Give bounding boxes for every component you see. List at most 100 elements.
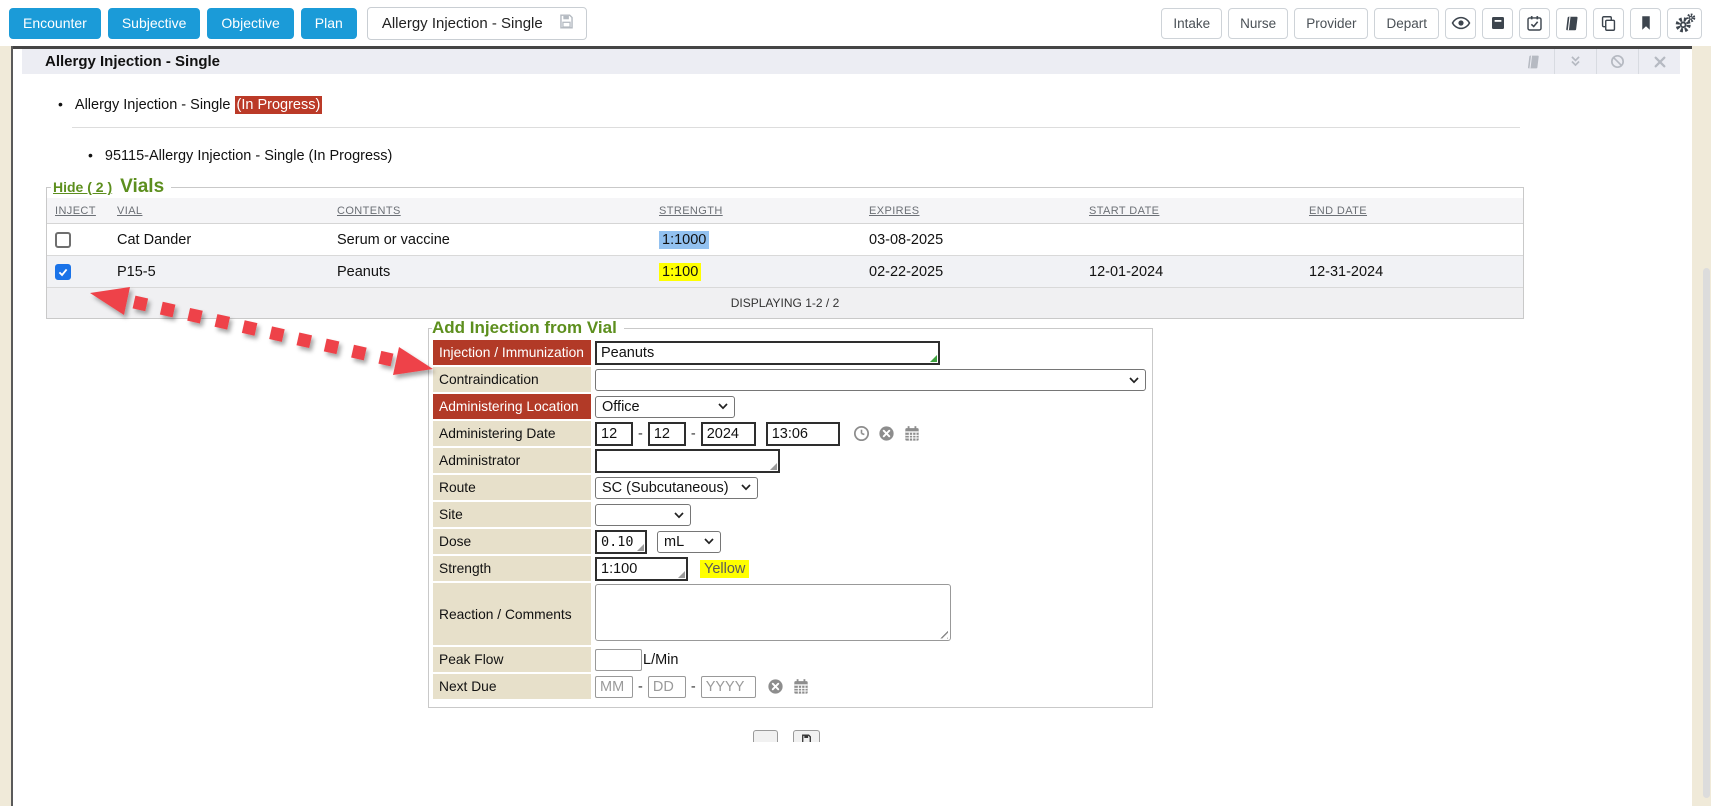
progress-item: •Allergy Injection - Single (In Progress… (58, 96, 322, 113)
collapse-icon[interactable] (1554, 49, 1596, 74)
cell-contents: Serum or vaccine (329, 224, 651, 256)
admin-date-year-input[interactable] (701, 422, 756, 446)
inject-checkbox-unchecked[interactable] (55, 232, 71, 248)
bookmark-icon[interactable] (1630, 8, 1661, 39)
administering-location-select[interactable]: Office (595, 396, 735, 418)
progress-item-label: Allergy Injection - Single (75, 97, 231, 113)
peak-flow-input[interactable] (595, 649, 642, 671)
reaction-comments-textarea[interactable] (595, 584, 951, 641)
vials-section: Hide ( 2 )Vials INJECT VIAL CONTENTS STR… (46, 176, 1524, 319)
book-icon[interactable] (1512, 49, 1554, 74)
calendar-check-icon[interactable] (1519, 8, 1550, 39)
admin-time-input[interactable] (766, 422, 840, 446)
cell-vial: P15-5 (109, 256, 329, 288)
progress-sub-item: •95115-Allergy Injection - Single (In Pr… (88, 147, 392, 164)
field-label-administering-location: Administering Location (433, 394, 591, 419)
panel-title: Allergy Injection - Single (45, 53, 220, 70)
col-strength[interactable]: STRENGTH (651, 198, 861, 224)
calendar-icon[interactable] (791, 677, 811, 697)
route-value: SC (Subcutaneous) (602, 480, 729, 496)
objective-button[interactable]: Objective (207, 8, 293, 39)
eye-icon[interactable] (1445, 8, 1476, 39)
col-end-date[interactable]: END DATE (1301, 198, 1523, 224)
col-expires[interactable]: EXPIRES (861, 198, 1081, 224)
date-separator: - (638, 679, 643, 695)
table-row: P15-5 Peanuts 1:100 02-22-2025 12-01-202… (47, 256, 1523, 288)
contraindication-select[interactable] (595, 369, 1146, 391)
admin-date-day-input[interactable] (648, 422, 686, 446)
void-icon[interactable] (1596, 49, 1638, 74)
field-label-next-due: Next Due (433, 674, 591, 699)
col-start-date[interactable]: START DATE (1081, 198, 1301, 224)
calendar-icon[interactable] (902, 424, 922, 444)
clock-icon[interactable] (852, 424, 871, 443)
panel-header-actions (1512, 49, 1680, 74)
copy-icon[interactable] (1593, 8, 1624, 39)
add-injection-form: Add Injection from Vial Injection / Immu… (428, 318, 1153, 708)
field-label-reaction-comments: Reaction / Comments (433, 583, 591, 645)
document-title-box[interactable]: Allergy Injection - Single (367, 7, 587, 40)
nurse-button[interactable]: Nurse (1228, 8, 1288, 39)
plan-button[interactable]: Plan (301, 8, 357, 39)
cell-start-date (1081, 224, 1301, 256)
bottom-action-button[interactable] (753, 730, 778, 742)
cell-expires: 02-22-2025 (861, 256, 1081, 288)
strength-highlight: 1:1000 (659, 231, 709, 249)
panel-header: Allergy Injection - Single (22, 49, 1680, 74)
injection-immunization-input[interactable] (595, 341, 940, 365)
strength-input[interactable] (595, 557, 688, 581)
hide-vials-link[interactable]: Hide ( 2 ) (53, 179, 112, 195)
peak-flow-unit: L/Min (643, 652, 678, 668)
cell-contents: Peanuts (329, 256, 651, 288)
next-due-month-input[interactable] (595, 676, 633, 698)
vertical-scrollbar[interactable] (1703, 268, 1710, 798)
admin-date-month-input[interactable] (595, 422, 633, 446)
book-icon[interactable] (1556, 8, 1587, 39)
clear-icon[interactable] (766, 677, 785, 696)
dose-unit-select[interactable]: mL (657, 531, 721, 553)
paging-status: DISPLAYING 1-2 / 2 (47, 288, 1523, 318)
status-badge: (In Progress) (235, 96, 323, 114)
col-vial[interactable]: VIAL (109, 198, 329, 224)
encounter-button[interactable]: Encounter (9, 8, 101, 39)
date-separator: - (691, 679, 696, 695)
inject-checkbox-checked[interactable] (55, 264, 71, 280)
site-select[interactable] (595, 504, 691, 526)
strength-highlight: 1:100 (659, 263, 701, 281)
clear-icon[interactable] (877, 424, 896, 443)
chevron-down-icon (704, 538, 714, 545)
archive-icon[interactable] (1482, 8, 1513, 39)
subjective-button[interactable]: Subjective (108, 8, 201, 39)
strength-flag: Yellow (700, 560, 749, 578)
cell-expires: 03-08-2025 (861, 224, 1081, 256)
panel-left-border (11, 46, 13, 806)
save-icon (800, 733, 813, 742)
table-footer-row: DISPLAYING 1-2 / 2 (47, 288, 1523, 318)
col-contents[interactable]: CONTENTS (329, 198, 651, 224)
provider-button[interactable]: Provider (1294, 8, 1368, 39)
next-due-day-input[interactable] (648, 676, 686, 698)
save-icon[interactable] (557, 12, 576, 35)
col-inject[interactable]: INJECT (47, 198, 109, 224)
depart-button[interactable]: Depart (1374, 8, 1439, 39)
close-icon[interactable] (1638, 49, 1680, 74)
bottom-save-button[interactable] (793, 730, 820, 742)
date-separator: - (638, 426, 643, 442)
cell-end-date (1301, 224, 1523, 256)
form-legend: Add Injection from Vial (432, 318, 624, 338)
progress-sub-item-label: 95115-Allergy Injection - Single (In Pro… (105, 148, 392, 164)
gears-icon[interactable] (1667, 8, 1702, 39)
administrator-input[interactable] (595, 449, 780, 473)
table-row: Cat Dander Serum or vaccine 1:1000 03-08… (47, 224, 1523, 256)
intake-button[interactable]: Intake (1161, 8, 1222, 39)
date-separator: - (691, 426, 696, 442)
field-label-administering-date: Administering Date (433, 421, 591, 446)
cell-vial: Cat Dander (109, 224, 329, 256)
chevron-down-icon (674, 512, 684, 519)
route-select[interactable]: SC (Subcutaneous) (595, 477, 758, 499)
next-due-year-input[interactable] (701, 676, 756, 698)
dose-input[interactable] (595, 530, 647, 554)
left-margin (0, 46, 11, 806)
field-label-strength: Strength (433, 556, 591, 581)
field-label-injection-immunization: Injection / Immunization (433, 340, 591, 365)
